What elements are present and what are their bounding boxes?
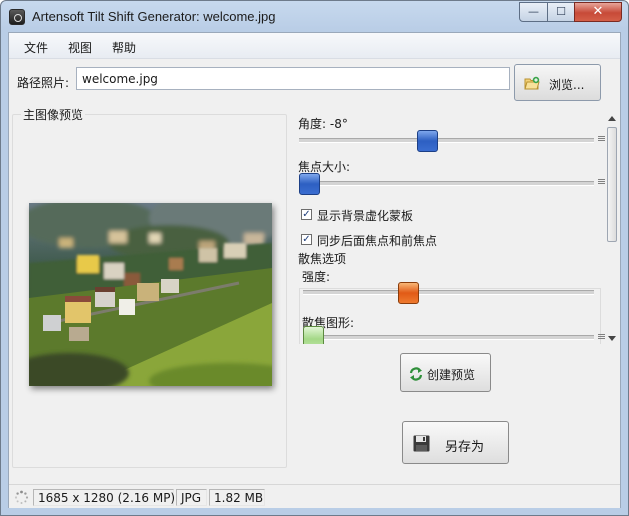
path-label: 路径照片: <box>17 76 70 90</box>
path-field[interactable]: welcome.jpg <box>76 67 510 90</box>
create-preview-label: 创建预览 <box>427 368 476 382</box>
angle-slider-track[interactable] <box>299 138 594 143</box>
angle-slider-thumb[interactable] <box>416 130 438 152</box>
strength-slider-thumb[interactable] <box>397 282 419 304</box>
scroll-up-arrow-icon[interactable] <box>608 116 616 121</box>
menu-view[interactable]: 视图 <box>68 39 92 56</box>
close-button[interactable]: ✕ <box>574 2 622 22</box>
show-mask-checkbox[interactable]: ✓ <box>301 209 312 220</box>
app-camera-icon[interactable] <box>9 9 25 25</box>
focus-size-slider-thumb[interactable] <box>299 173 320 195</box>
bokeh-shape-slider-thumb[interactable] <box>303 326 324 344</box>
strength-label: 强度: <box>302 270 331 284</box>
loading-spinner-icon <box>14 490 29 504</box>
show-mask-label: 显示背景虚化蒙板 <box>317 209 414 223</box>
floppy-disk-icon <box>413 435 430 452</box>
refresh-icon <box>409 367 423 381</box>
status-dimensions: 1685 x 1280 (2.16 MP) <box>33 489 175 506</box>
strength-slider-track[interactable] <box>303 290 594 295</box>
focus-size-slider-ticks <box>598 179 605 180</box>
menu-file[interactable]: 文件 <box>24 39 48 56</box>
menu-help[interactable]: 帮助 <box>112 39 136 56</box>
status-bar: 1685 x 1280 (2.16 MP) JPG 1.82 MB <box>9 484 620 508</box>
status-file-size: 1.82 MB <box>209 489 265 506</box>
save-as-label: 另存为 <box>445 440 485 455</box>
sync-focus-label: 同步后面焦点和前焦点 <box>317 234 438 248</box>
sync-focus-checkbox[interactable]: ✓ <box>301 234 312 245</box>
scrollbar-thumb[interactable] <box>607 127 617 242</box>
main-window: Artensoft Tilt Shift Generator: welcome.… <box>0 0 629 516</box>
bokeh-shape-slider-track[interactable] <box>303 335 594 340</box>
title-bar[interactable]: Artensoft Tilt Shift Generator: welcome.… <box>1 1 628 31</box>
open-folder-icon <box>524 76 540 90</box>
window-title: Artensoft Tilt Shift Generator: welcome.… <box>32 9 276 24</box>
bokeh-shape-slider-ticks <box>598 334 605 335</box>
focus-size-slider-track[interactable] <box>299 181 594 186</box>
browse-button[interactable]: 浏览... <box>514 64 601 101</box>
status-format: JPG <box>176 489 207 506</box>
menu-bar: 文件 视图 帮助 <box>9 33 620 59</box>
maximize-button[interactable]: ☐ <box>547 2 575 22</box>
angle-label: 角度: -8° <box>298 117 348 131</box>
options-scrollbar[interactable] <box>605 112 620 344</box>
bokeh-options-title: 散焦选项 <box>298 250 349 267</box>
save-as-button[interactable]: 另存为 <box>402 421 509 464</box>
create-preview-button[interactable]: 创建预览 <box>400 353 491 392</box>
angle-slider-ticks <box>598 136 605 137</box>
preview-image <box>29 203 272 386</box>
scroll-down-arrow-icon[interactable] <box>608 336 616 341</box>
minimize-button[interactable]: — <box>519 2 548 22</box>
options-panel: 角度: -8° 焦点大小: ✓ 显示背景虚化蒙板 ✓ 同步后面焦点和前焦点 散焦… <box>293 112 605 344</box>
browse-label: 浏览... <box>549 78 585 92</box>
preview-title: 主图像预览 <box>21 106 86 123</box>
client-area: 文件 视图 帮助 路径照片: welcome.jpg 浏览... 主图像预览 角… <box>8 32 621 508</box>
